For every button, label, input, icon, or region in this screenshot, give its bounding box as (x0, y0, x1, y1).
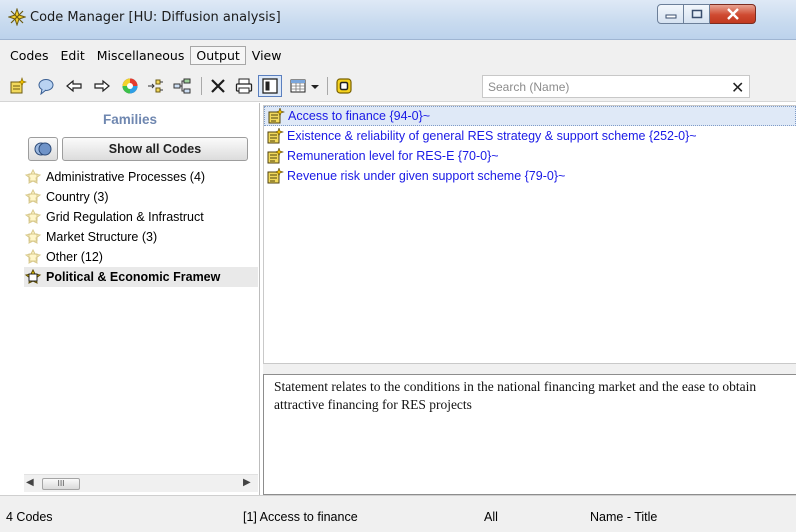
scroll-right-icon[interactable]: ▶ (243, 477, 251, 488)
new-code-icon[interactable] (8, 76, 28, 96)
code-label: Existence & reliability of general RES s… (287, 129, 697, 143)
forward-arrow-icon[interactable] (92, 76, 112, 96)
family-label: Market Structure (3) (46, 230, 158, 244)
family-label: Country (3) (46, 190, 109, 204)
menu-miscellaneous[interactable]: Miscellaneous (91, 46, 191, 65)
status-code-count: 4 Codes (6, 510, 53, 524)
families-icon (34, 142, 52, 156)
code-comment-editor[interactable]: Statement relates to the conditions in t… (263, 374, 796, 495)
codes-list: Access to finance {94-0}~ Existence & re… (263, 105, 796, 364)
comment-icon[interactable] (36, 76, 56, 96)
search-input[interactable] (483, 76, 683, 97)
back-arrow-icon[interactable] (64, 76, 84, 96)
code-item-selected[interactable]: Access to finance {94-0}~ (264, 106, 796, 126)
family-label: Administrative Processes (4) (46, 170, 206, 184)
close-icon (726, 8, 739, 20)
status-filter: All (484, 510, 498, 524)
print-icon[interactable] (234, 76, 254, 96)
menu-view[interactable]: View (246, 46, 288, 65)
network-icon[interactable] (172, 76, 192, 96)
family-label: Grid Regulation & Infrastruct (46, 210, 204, 224)
table-view-icon[interactable] (288, 76, 308, 96)
menu-output[interactable]: Output (190, 45, 246, 65)
code-item[interactable]: Remuneration level for RES-E {70-0}~ (264, 146, 796, 166)
family-item[interactable]: Market Structure (3) (24, 227, 258, 247)
family-icon (24, 229, 42, 244)
code-label: Remuneration level for RES-E {70-0}~ (287, 149, 499, 163)
merge-icon[interactable] (146, 76, 166, 96)
scroll-thumb[interactable]: III (42, 478, 80, 490)
code-icon (267, 148, 284, 164)
family-item[interactable]: Grid Regulation & Infrastruct (24, 207, 258, 227)
search-box: ✕ (482, 75, 750, 98)
maximize-button[interactable] (684, 4, 710, 24)
code-label: Access to finance {94-0}~ (288, 109, 431, 123)
menu-edit[interactable]: Edit (55, 46, 91, 65)
code-item[interactable]: Revenue risk under given support scheme … (264, 166, 796, 186)
minimize-button[interactable] (657, 4, 684, 24)
families-list: Administrative Processes (4) Country (3)… (24, 167, 258, 467)
families-toggle-button[interactable] (28, 137, 58, 161)
families-panel: Families Show all Codes Administrative P… (0, 103, 260, 495)
code-icon (268, 108, 285, 124)
window-controls (657, 4, 756, 26)
close-button[interactable] (710, 4, 756, 24)
family-icon (24, 249, 42, 264)
filter-icon[interactable] (334, 76, 354, 96)
status-bar: 4 Codes [1] Access to finance All Name -… (0, 495, 796, 532)
window-title: Code Manager [HU: Diffusion analysis] (30, 10, 281, 25)
toolbar: ✕ (0, 70, 796, 102)
pane-splitter[interactable] (263, 364, 796, 374)
family-icon (24, 189, 42, 204)
menu-codes[interactable]: Codes (4, 46, 55, 65)
family-item[interactable]: Country (3) (24, 187, 258, 207)
scroll-left-icon[interactable]: ◀ (26, 477, 34, 488)
families-horizontal-scrollbar[interactable]: ◀ III ▶ (24, 474, 258, 492)
family-item[interactable]: Other (12) (24, 247, 258, 267)
code-icon (267, 128, 284, 144)
menu-bar: Codes Edit Miscellaneous Output View (0, 40, 796, 70)
toolbar-separator (201, 77, 202, 95)
family-icon-active (24, 269, 42, 284)
family-icon (24, 209, 42, 224)
color-wheel-icon[interactable] (120, 76, 140, 96)
single-pane-view-icon[interactable] (258, 75, 282, 97)
code-icon (267, 168, 284, 184)
title-bar: Code Manager [HU: Diffusion analysis] (0, 0, 796, 40)
search-clear-icon[interactable]: ✕ (731, 78, 744, 97)
code-label: Revenue risk under given support scheme … (287, 169, 566, 183)
delete-icon[interactable] (208, 76, 228, 96)
status-selected-item: [1] Access to finance (243, 510, 358, 524)
family-label: Other (12) (46, 250, 103, 264)
table-view-dropdown-icon[interactable] (308, 76, 322, 96)
maximize-icon (691, 9, 702, 19)
code-item[interactable]: Existence & reliability of general RES s… (264, 126, 796, 146)
show-all-codes-button[interactable]: Show all Codes (62, 137, 248, 161)
toolbar-separator (327, 77, 328, 95)
family-icon (24, 169, 42, 184)
family-item[interactable]: Administrative Processes (4) (24, 167, 258, 187)
minimize-icon (665, 14, 676, 19)
app-icon (7, 7, 27, 27)
status-sort: Name - Title (590, 510, 658, 524)
families-title: Families (102, 112, 158, 127)
family-item-selected[interactable]: Political & Economic Framew (24, 267, 258, 287)
family-label: Political & Economic Framew (46, 270, 221, 284)
comment-text: Statement relates to the conditions in t… (274, 379, 757, 412)
